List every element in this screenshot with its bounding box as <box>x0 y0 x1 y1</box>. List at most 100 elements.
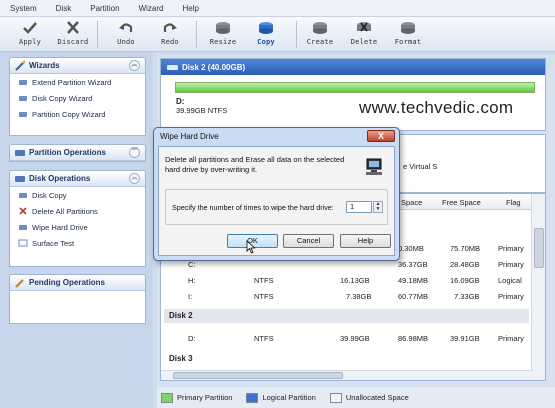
wizards-header[interactable]: Wizards ︽ <box>10 58 145 74</box>
undo-label: Undo <box>117 38 135 46</box>
resize-label: Resize <box>209 38 237 46</box>
disk-group-row[interactable]: Disk 3 <box>164 352 529 366</box>
cancel-button[interactable]: Cancel <box>283 234 334 248</box>
legend-logical: Logical Partition <box>246 392 316 403</box>
checkmark-icon <box>23 22 37 34</box>
format-disk-icon <box>401 22 415 34</box>
sidebar-item-disk-copy-wizard[interactable]: Disk Copy Wizard <box>10 90 145 106</box>
cell-flag: Logical <box>498 276 522 285</box>
column-used-space[interactable]: Space <box>401 198 422 207</box>
menu-system[interactable]: System <box>10 4 37 13</box>
copy-icon <box>19 193 27 198</box>
sidebar-item-label: Disk Copy Wizard <box>32 93 93 103</box>
copy-button[interactable]: Copy <box>246 20 286 50</box>
sidebar-item-delete-all-partitions[interactable]: Delete All Partitions <box>10 203 145 219</box>
column-free-space[interactable]: Free Space <box>442 198 481 207</box>
wipe-count-input[interactable]: 1 <box>346 201 372 213</box>
table-row[interactable]: D: NTFS 39.99GB 86.98MB 39.91GB Primary <box>161 330 531 346</box>
create-button[interactable]: Create <box>300 20 340 50</box>
disk-map-title: Disk 2 (40.00GB) <box>182 62 246 72</box>
disk-icon <box>19 80 27 85</box>
sidebar-item-wipe-hard-drive[interactable]: Wipe Hard Drive <box>10 219 145 235</box>
partition-operations-title: Partition Operations <box>29 148 106 157</box>
cell-free: 75.70MB <box>450 244 481 253</box>
eraser-icon <box>19 225 27 230</box>
disk-icon <box>15 175 25 182</box>
menu-help[interactable]: Help <box>182 4 198 13</box>
scroll-thumb[interactable] <box>534 228 544 268</box>
help-button[interactable]: Help <box>340 234 391 248</box>
redo-button[interactable]: Redo <box>150 20 190 50</box>
close-button[interactable]: X <box>367 130 395 142</box>
cell-filesystem: NTFS <box>254 276 274 285</box>
cell-partition: I: <box>188 292 193 301</box>
disk-operations-panel: Disk Operations ︽ Disk Copy Delete All P… <box>9 170 146 267</box>
sidebar-item-extend-partition-wizard[interactable]: Extend Partition Wizard <box>10 74 145 90</box>
pending-operations-panel: Pending Operations <box>9 274 146 324</box>
format-label: Format <box>394 38 422 46</box>
pending-operations-title: Pending Operations <box>29 278 106 287</box>
partition-bar[interactable] <box>175 82 535 93</box>
disk-icon <box>19 112 27 117</box>
expand-chevron-icon[interactable]: ︾ <box>129 147 140 158</box>
cell-free: 16.09GB <box>450 276 480 285</box>
copy-label: Copy <box>257 38 275 46</box>
delete-button[interactable]: Delete <box>344 20 384 50</box>
create-label: Create <box>306 38 334 46</box>
table-row[interactable]: I: NTFS 7.38GB 60.77MB 7.33GB Primary <box>161 288 531 304</box>
menu-disk[interactable]: Disk <box>56 4 72 13</box>
table-row[interactable]: H: NTFS 16.13GB 49.18MB 16.09GB Logical <box>161 272 531 288</box>
horizontal-scrollbar[interactable] <box>161 370 533 380</box>
virtual-disk-label: e Virtual S <box>403 162 438 171</box>
mouse-cursor-icon <box>246 240 256 254</box>
sidebar-item-partition-copy-wizard[interactable]: Partition Copy Wizard <box>10 106 145 122</box>
collapse-chevron-icon[interactable]: ︽ <box>129 173 140 184</box>
wipe-count-group: Specify the number of times to wipe the … <box>165 189 388 225</box>
computer-icon <box>366 158 382 175</box>
undo-button[interactable]: Undo <box>106 20 146 50</box>
menu-partition[interactable]: Partition <box>90 4 119 13</box>
sidebar-item-surface-test[interactable]: Surface Test <box>10 235 145 251</box>
partition-operations-panel: Partition Operations ︾ <box>9 144 146 162</box>
disk-map-header[interactable]: Disk 2 (40.00GB) <box>161 59 545 75</box>
toolbar-separator <box>196 21 197 48</box>
disk-icon <box>19 96 27 101</box>
partition-operations-header[interactable]: Partition Operations ︾ <box>10 145 145 161</box>
toolbar-separator <box>296 21 297 48</box>
column-flag[interactable]: Flag <box>506 198 521 207</box>
wipe-count-spinner[interactable]: ▲ ▼ <box>373 201 383 213</box>
apply-button[interactable]: Apply <box>10 20 50 50</box>
copy-disk-icon <box>259 22 273 34</box>
format-button[interactable]: Format <box>388 20 428 50</box>
menu-wizard[interactable]: Wizard <box>139 4 164 13</box>
partition-icon <box>15 149 25 156</box>
wizards-panel: Wizards ︽ Extend Partition Wizard Disk C… <box>9 57 146 136</box>
cell-partition: D: <box>188 334 196 343</box>
cell-free: 39.91GB <box>450 334 480 343</box>
collapse-chevron-icon[interactable]: ︽ <box>129 60 140 71</box>
sidebar-item-label: Delete All Partitions <box>32 206 98 216</box>
delete-icon <box>19 207 27 215</box>
resize-button[interactable]: Resize <box>203 20 243 50</box>
pending-operations-header[interactable]: Pending Operations <box>10 275 145 291</box>
discard-button[interactable]: Discard <box>53 20 93 50</box>
cell-partition: C: <box>188 260 196 269</box>
cell-capacity: 39.99GB <box>340 334 370 343</box>
partition-name: D: <box>176 97 185 106</box>
legend-label: Unallocated Space <box>345 393 409 402</box>
delete-label: Delete <box>350 38 378 46</box>
cell-used: 60.77MB <box>398 292 429 301</box>
vertical-scrollbar[interactable] <box>531 194 545 380</box>
cell-used: 0.30MB <box>398 244 424 253</box>
disk-group-row[interactable]: Disk 2 <box>164 309 529 323</box>
sidebar-item-disk-copy[interactable]: Disk Copy <box>10 187 145 203</box>
disk-icon <box>167 64 178 70</box>
scroll-thumb[interactable] <box>173 372 343 379</box>
watermark: www.techvedic.com <box>359 98 514 117</box>
legend-label: Primary Partition <box>177 393 233 402</box>
pencil-icon <box>15 278 24 288</box>
toolbar-separator <box>97 21 98 48</box>
cell-capacity: 7.38GB <box>346 292 372 301</box>
disk-operations-header[interactable]: Disk Operations ︽ <box>10 171 145 187</box>
wipe-count-label: Specify the number of times to wipe the … <box>172 203 334 212</box>
